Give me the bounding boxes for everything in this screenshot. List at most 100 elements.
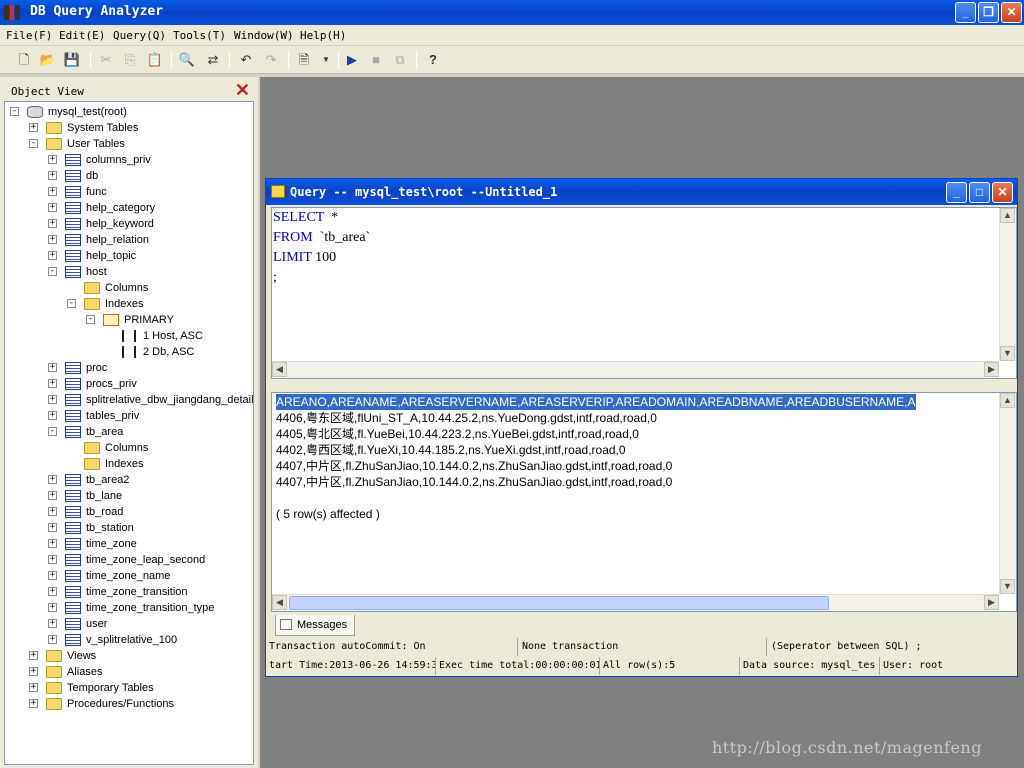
expand-icon[interactable]: + — [48, 475, 57, 484]
query-window: Query -- mysql_test\root --Untitled_1 _ … — [265, 178, 1018, 677]
results-horizontal-scrollbar[interactable]: ◀ ▶ — [272, 594, 999, 611]
expand-icon[interactable]: + — [48, 555, 57, 564]
tree-item-label: Columns — [105, 282, 149, 294]
expand-icon[interactable]: + — [48, 155, 57, 164]
stop-icon[interactable]: ■ — [366, 50, 386, 70]
tab-messages[interactable]: Messages — [275, 615, 355, 636]
scroll-right-icon[interactable]: ▶ — [984, 362, 999, 377]
expand-icon[interactable]: + — [48, 619, 57, 628]
table-icon — [65, 506, 81, 518]
expand-icon[interactable]: + — [48, 491, 57, 500]
expand-icon[interactable]: + — [48, 171, 57, 180]
object-tree[interactable]: - mysql_test(root) + System Tables - User Tab… — [4, 101, 254, 765]
expand-icon[interactable]: + — [29, 699, 38, 708]
tree-item-label: v_splitrelative_100 — [86, 634, 178, 646]
result-row[interactable]: 4407,中片区,fl.ZhuSanJiao,10.144.0.2,ns.Zhu… — [276, 458, 672, 474]
scroll-down-icon[interactable]: ▼ — [1000, 579, 1015, 594]
expand-icon[interactable]: + — [48, 539, 57, 548]
expand-icon[interactable]: + — [29, 667, 38, 676]
expand-icon[interactable]: + — [29, 683, 38, 692]
query-close-button[interactable]: ✕ — [992, 182, 1013, 203]
scroll-thumb[interactable] — [289, 596, 829, 610]
open-folder-icon[interactable]: 📂 — [38, 50, 58, 70]
save-icon[interactable]: 💾 — [62, 50, 82, 70]
status-datasource: Data source: mysql_tes — [740, 657, 880, 675]
close-panel-icon[interactable]: ✕ — [235, 80, 250, 101]
tree-item-label: System Tables — [67, 122, 139, 134]
document-icon[interactable]: 🗎 — [294, 50, 314, 70]
expand-icon[interactable]: + — [48, 187, 57, 196]
undo-icon[interactable]: ↶ — [236, 50, 256, 70]
app-icon[interactable] — [4, 5, 20, 20]
cut-icon[interactable]: ✂ — [96, 50, 116, 70]
scroll-up-icon[interactable]: ▲ — [1000, 208, 1015, 223]
expand-icon[interactable]: + — [48, 395, 57, 404]
copy-icon[interactable]: ⎘ — [120, 50, 140, 70]
minimize-button[interactable]: _ — [955, 2, 976, 23]
scroll-left-icon[interactable]: ◀ — [272, 595, 287, 610]
collapse-icon[interactable]: - — [10, 107, 19, 116]
expand-icon[interactable]: + — [48, 411, 57, 420]
redo-icon[interactable]: ↷ — [261, 50, 281, 70]
expand-icon[interactable]: + — [48, 251, 57, 260]
scroll-left-icon[interactable]: ◀ — [272, 362, 287, 377]
status-exec-time: Exec time total:00:00:00:01 — [436, 657, 600, 675]
collapse-icon[interactable]: - — [86, 315, 95, 324]
results-vertical-scrollbar[interactable]: ▲ ▼ — [999, 393, 1016, 594]
expand-icon[interactable]: + — [48, 587, 57, 596]
expand-icon[interactable]: + — [48, 379, 57, 388]
expand-icon[interactable]: + — [48, 603, 57, 612]
tree-item-label: tb_area2 — [86, 474, 130, 486]
menu-help[interactable]: Help(H) — [300, 29, 346, 42]
collapse-icon[interactable]: - — [29, 139, 38, 148]
expand-icon[interactable]: + — [48, 363, 57, 372]
tree-item-label: Indexes — [105, 298, 144, 310]
menu-query[interactable]: Query(Q) — [113, 29, 166, 42]
collapse-icon[interactable]: - — [67, 299, 76, 308]
expand-icon[interactable]: + — [48, 219, 57, 228]
find-icon[interactable]: 🔍 — [177, 50, 197, 70]
execute-step-icon[interactable]: ⧉ — [390, 50, 410, 70]
result-row[interactable]: 4406,粤东区域,flUni_ST_A,10.44.25.2,ns.YueDo… — [276, 410, 657, 426]
expand-icon[interactable]: + — [29, 651, 38, 660]
collapse-icon[interactable]: - — [48, 267, 57, 276]
query-minimize-button[interactable]: _ — [946, 182, 967, 203]
query-maximize-button[interactable]: □ — [969, 182, 990, 203]
paste-icon[interactable]: 📋 — [145, 50, 165, 70]
menu-edit[interactable]: Edit(E) — [59, 29, 105, 42]
expand-icon[interactable]: + — [48, 235, 57, 244]
result-row[interactable]: 4407,中片区,fl.ZhuSanJiao,10.144.0.2,ns.Zhu… — [276, 474, 672, 490]
expand-icon[interactable]: + — [48, 507, 57, 516]
folder-icon — [46, 682, 62, 694]
expand-icon[interactable]: + — [48, 203, 57, 212]
restore-button[interactable]: ❐ — [978, 2, 999, 23]
result-row[interactable]: 4402,粤西区域,fl.YueXi,10.44.185.2,ns.YueXi.… — [276, 442, 626, 458]
result-header-row[interactable]: AREANO,AREANAME,AREASERVERNAME,AREASERVE… — [276, 394, 916, 410]
help-icon[interactable]: ? — [423, 50, 443, 70]
scroll-right-icon[interactable]: ▶ — [984, 595, 999, 610]
editor-horizontal-scrollbar[interactable]: ◀ ▶ — [272, 361, 999, 378]
menu-file[interactable]: File(F) — [6, 29, 52, 42]
status-autocommit: Transaction autoCommit: On — [266, 638, 518, 656]
editor-vertical-scrollbar[interactable]: ▲ ▼ — [999, 208, 1016, 361]
scroll-up-icon[interactable]: ▲ — [1000, 393, 1015, 408]
replace-icon[interactable]: ⇄ — [203, 50, 223, 70]
folder-icon — [84, 442, 100, 454]
scroll-down-icon[interactable]: ▼ — [1000, 346, 1015, 361]
menu-tools[interactable]: Tools(T) — [173, 29, 226, 42]
tree-item-label: db — [86, 170, 99, 182]
execute-icon[interactable]: ▶ — [342, 50, 362, 70]
dropdown-arrow-icon[interactable]: ▼ — [316, 50, 336, 70]
expand-icon[interactable]: + — [29, 123, 38, 132]
new-file-icon[interactable]: 🗋 — [14, 50, 34, 70]
results-pane[interactable]: AREANO,AREANAME,AREASERVERNAME,AREASERVE… — [271, 392, 1017, 612]
expand-icon[interactable]: + — [48, 523, 57, 532]
title-bar: DB Query Analyzer _ ❐ ✕ — [0, 0, 1024, 25]
result-row[interactable]: 4405,粤北区域,fl.YueBei,10.44.223.2,ns.YueBe… — [276, 426, 639, 442]
collapse-icon[interactable]: - — [48, 427, 57, 436]
expand-icon[interactable]: + — [48, 571, 57, 580]
menu-window[interactable]: Window(W) — [234, 29, 294, 42]
close-button[interactable]: ✕ — [1001, 2, 1022, 23]
expand-icon[interactable]: + — [48, 635, 57, 644]
sql-editor[interactable]: SELECT * FROM `tb_area` LIMIT 100 ; ▲ ▼ … — [271, 207, 1017, 379]
